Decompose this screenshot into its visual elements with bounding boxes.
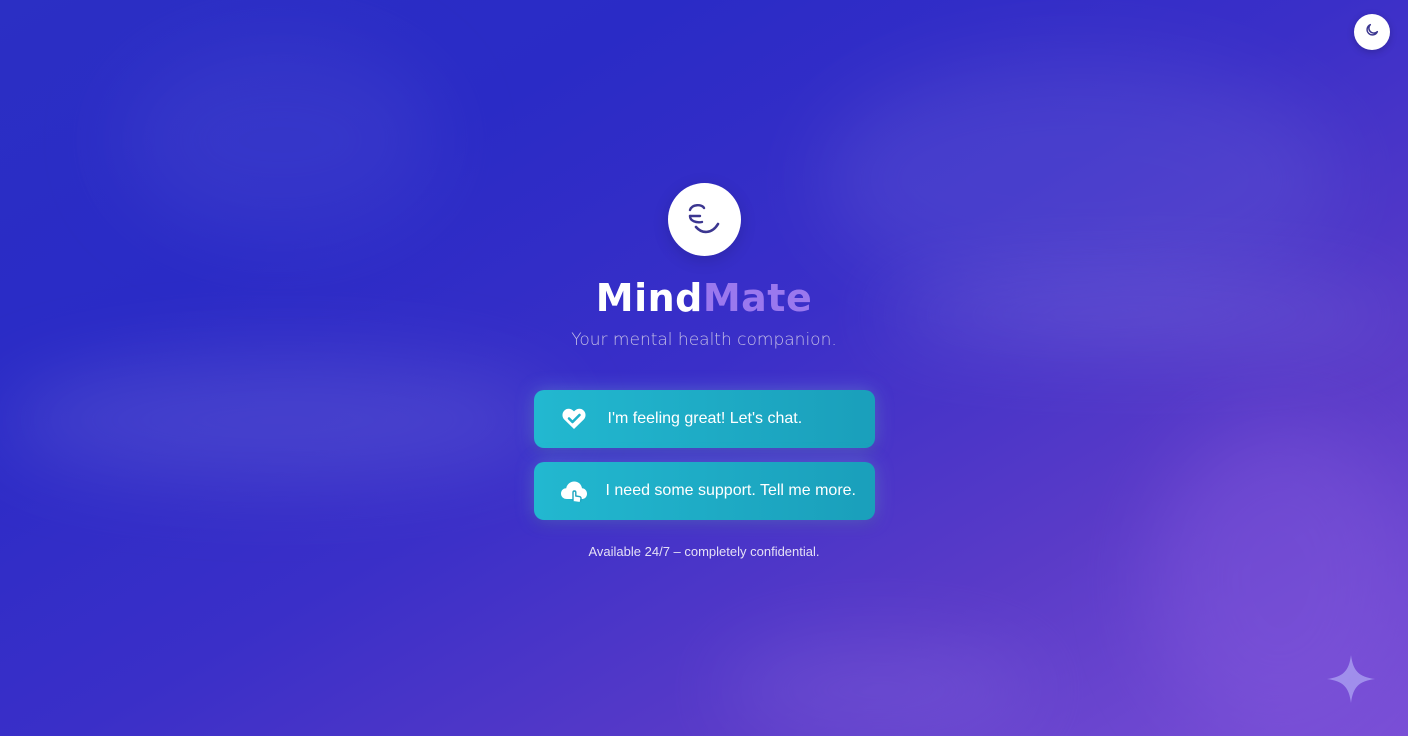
theme-toggle-button[interactable] bbox=[1354, 14, 1390, 50]
smiley-face-icon bbox=[682, 196, 726, 244]
feeling-great-button[interactable]: I'm feeling great! Let's chat. bbox=[533, 390, 875, 448]
app-subtitle: Your mental health companion. bbox=[571, 330, 837, 350]
need-support-label: I need some support. Tell me more. bbox=[605, 482, 857, 499]
logo bbox=[667, 183, 741, 256]
cloud-hand-icon bbox=[560, 477, 588, 505]
need-support-button[interactable]: I need some support. Tell me more. bbox=[533, 462, 875, 520]
availability-note: Available 24/7 – completely confidential… bbox=[588, 544, 820, 559]
moon-icon bbox=[1364, 22, 1380, 42]
app-title-part2: Mate bbox=[702, 276, 813, 320]
feeling-great-label: I'm feeling great! Let's chat. bbox=[607, 410, 803, 427]
app-title-part1: Mind bbox=[595, 276, 703, 320]
app-title: MindMate bbox=[596, 276, 813, 320]
heart-check-icon bbox=[560, 405, 588, 433]
welcome-panel: MindMate Your mental health companion. I… bbox=[0, 183, 1408, 559]
sparkle-icon bbox=[1326, 654, 1376, 704]
